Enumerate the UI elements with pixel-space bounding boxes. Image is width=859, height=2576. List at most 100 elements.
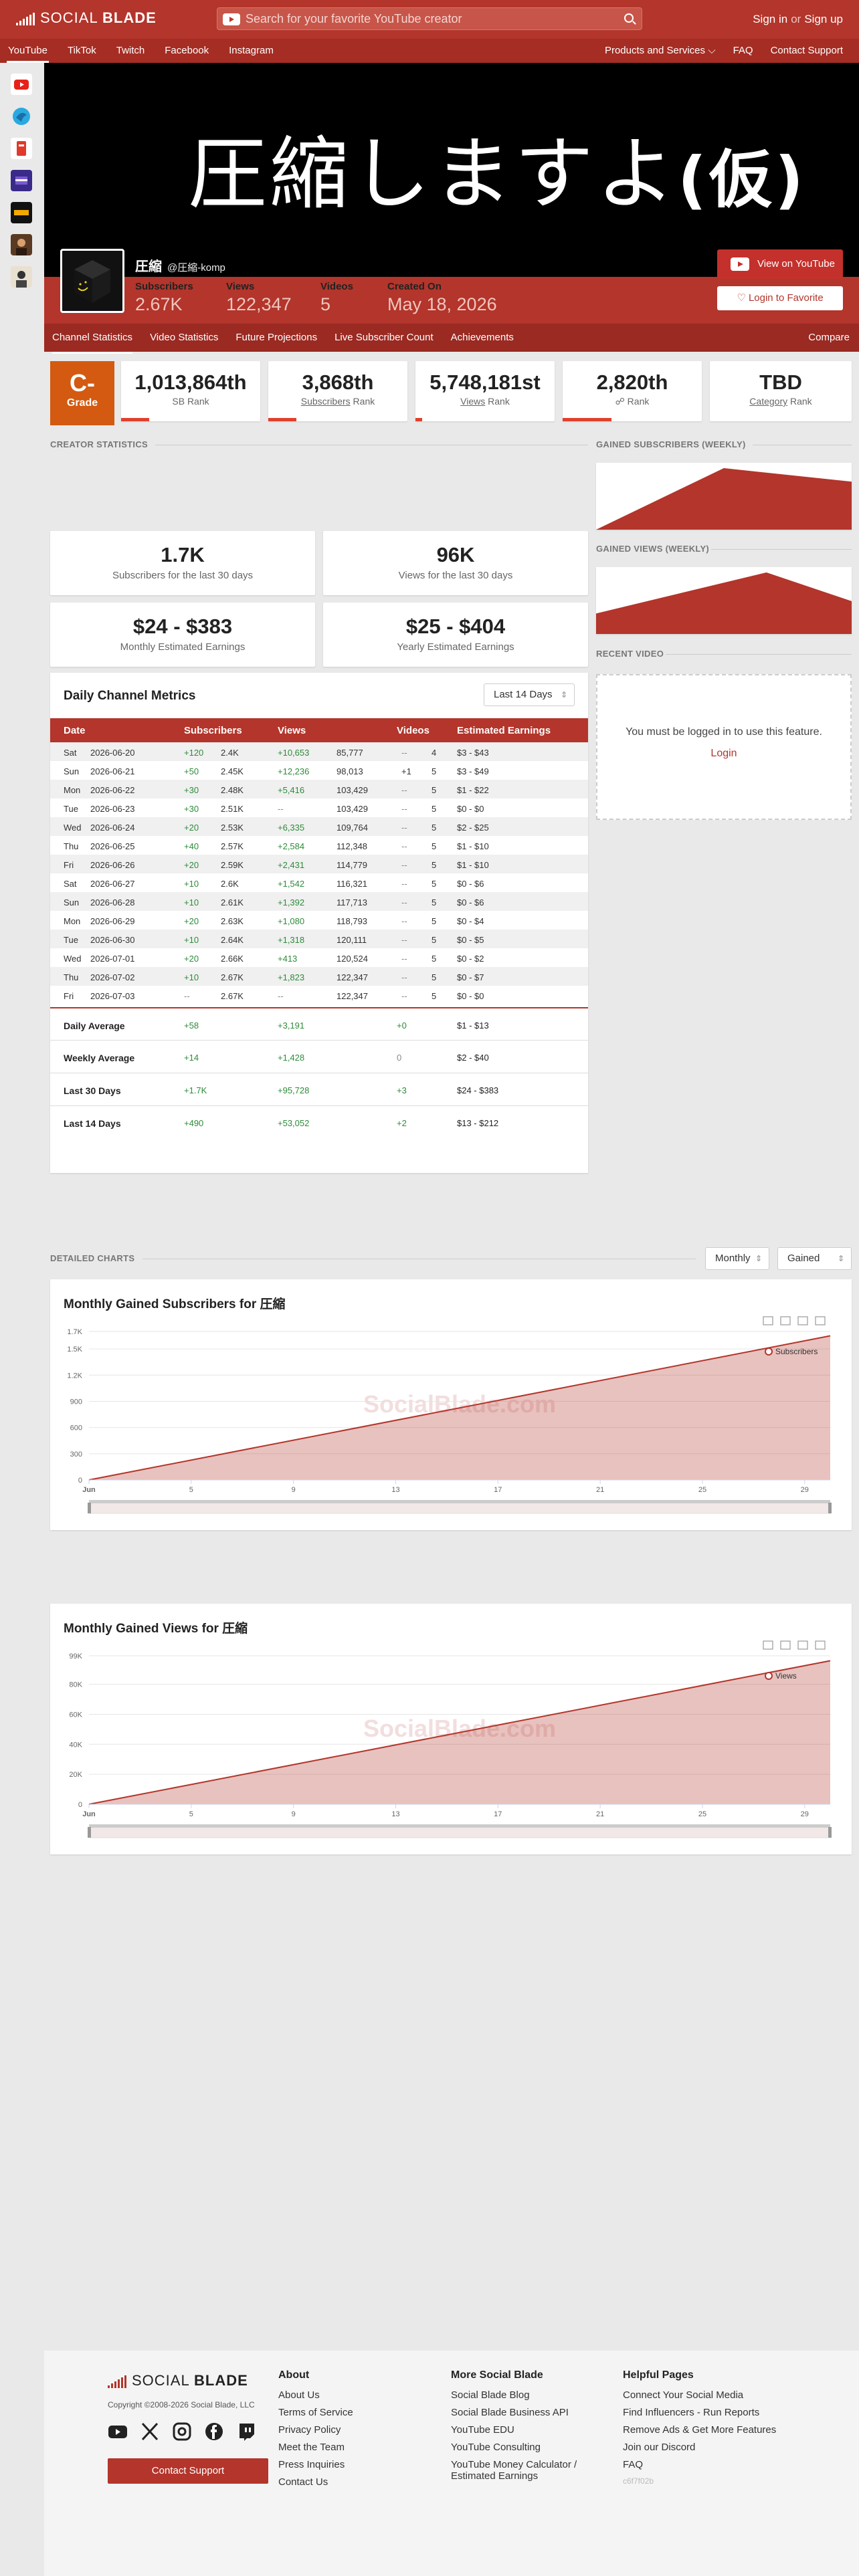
rank-label: Rank (787, 396, 812, 407)
platform-nav: YouTube TikTok Twitch Facebook Instagram… (0, 39, 859, 63)
nav-youtube[interactable]: YouTube (7, 39, 49, 63)
youtube-icon[interactable] (108, 2422, 128, 2442)
range-scrollbar[interactable] (89, 1500, 830, 1503)
range-scrollbar[interactable] (89, 1824, 830, 1828)
range-handle-left[interactable] (88, 1827, 91, 1838)
footer-link[interactable]: FAQ (623, 2459, 776, 2470)
search-icon[interactable] (624, 13, 634, 23)
row-date: 2026-06-24 (90, 823, 135, 833)
footer-logo[interactable]: SOCIAL BLADE (108, 2373, 248, 2388)
compare-link[interactable]: Compare (808, 324, 850, 352)
facebook-icon[interactable] (204, 2422, 224, 2442)
range-select[interactable]: Last 14 Days (484, 683, 575, 706)
zoom-reset-icon[interactable] (780, 1640, 791, 1650)
sidebar-youtube-icon[interactable] (11, 74, 32, 95)
row-view-gain: +10,653 (278, 748, 310, 758)
tab-live-subscriber-count[interactable]: Live Subscriber Count (335, 324, 434, 354)
row-view-gain: +1,080 (278, 916, 305, 926)
zoom-icon[interactable] (763, 1640, 773, 1650)
row-subs: 2.48K (221, 785, 244, 795)
sidebar-channel-icon[interactable] (11, 170, 32, 191)
zoom-reset-icon[interactable] (780, 1316, 791, 1325)
rank-label-link[interactable]: Views (460, 396, 485, 407)
view-on-youtube-button[interactable]: View on YouTube (717, 249, 843, 279)
row-earnings: $1 - $10 (457, 841, 489, 851)
rank-label-link[interactable]: Subscribers (301, 396, 351, 407)
products-menu[interactable]: Products and Services ⌵ (605, 39, 716, 63)
sidebar-game-icon[interactable] (11, 202, 32, 223)
footer-link[interactable]: Connect Your Social Media (623, 2389, 776, 2401)
bar-type-icon[interactable] (815, 1316, 826, 1325)
row-views: 98,013 (337, 766, 363, 776)
footer-link[interactable]: Social Blade Business API (451, 2407, 618, 2418)
range-handle-left[interactable] (88, 1503, 91, 1513)
twitch-icon[interactable] (236, 2422, 256, 2442)
build-hash: c6f7f02b (623, 2476, 654, 2486)
footer-link[interactable]: Terms of Service (278, 2407, 353, 2418)
range-navigator[interactable] (88, 1826, 831, 1838)
rank-card-views: 5,748,181st Views Rank (415, 361, 555, 421)
login-to-favorite-button[interactable]: ♡ Login to Favorite (717, 286, 843, 310)
x-icon[interactable] (140, 2422, 160, 2442)
channel-tabs: Channel Statistics Video Statistics Futu… (44, 324, 859, 354)
line-type-icon[interactable] (797, 1640, 808, 1650)
footer-link[interactable]: Remove Ads & Get More Features (623, 2424, 776, 2436)
rank-label-link[interactable]: Category (749, 396, 787, 407)
range-handle-right[interactable] (828, 1827, 832, 1838)
footer-link[interactable]: Privacy Policy (278, 2424, 353, 2436)
rank-value: 3,868th (302, 370, 374, 394)
footer-link[interactable]: Press Inquiries (278, 2459, 353, 2470)
summary-value: $24 - $383 (132, 615, 233, 638)
period-select[interactable]: Monthly (705, 1247, 769, 1270)
sidebar-avatar-icon[interactable] (11, 234, 32, 255)
footer-link[interactable]: YouTube Money Calculator / Estimated Ear… (451, 2459, 618, 2482)
nav-facebook[interactable]: Facebook (165, 39, 209, 63)
instagram-icon[interactable] (172, 2422, 192, 2442)
sidebar-person-icon[interactable] (11, 266, 32, 288)
tab-video-statistics[interactable]: Video Statistics (150, 324, 218, 354)
faq-link[interactable]: FAQ (733, 39, 753, 63)
range-handle-right[interactable] (828, 1503, 832, 1513)
footer-link[interactable]: Meet the Team (278, 2442, 353, 2453)
nav-tiktok[interactable]: TikTok (68, 39, 96, 63)
table-row: Sat 2026-06-27 +10 2.6K +1,542 116,321 -- 5 $0 -… (50, 873, 588, 892)
bar-type-icon[interactable] (815, 1640, 826, 1650)
legend-marker (765, 1672, 773, 1680)
x-tick-label: 5 (189, 1810, 193, 1818)
view-on-youtube-label: View on YouTube (757, 258, 835, 270)
contact-support-button[interactable]: Contact Support (108, 2458, 268, 2484)
chart-legend[interactable]: Views (765, 1671, 797, 1681)
footer-link[interactable]: About Us (278, 2389, 353, 2401)
youtube-icon[interactable] (223, 13, 240, 25)
mode-select[interactable]: Gained (777, 1247, 852, 1270)
sidebar-bird-icon[interactable] (11, 106, 32, 127)
login-link[interactable]: Login (710, 748, 737, 760)
search-input[interactable] (246, 8, 607, 29)
youtube-icon (731, 257, 749, 271)
row-views: 120,111 (337, 935, 367, 945)
nav-twitch[interactable]: Twitch (116, 39, 145, 63)
nav-instagram[interactable]: Instagram (229, 39, 274, 63)
tab-achievements[interactable]: Achievements (451, 324, 514, 354)
contact-link[interactable]: Contact Support (771, 39, 843, 63)
summary-subs-30d: 1.7K Subscribers for the last 30 days (50, 531, 315, 595)
row-video-gain: -- (401, 804, 407, 814)
range-navigator[interactable] (88, 1502, 831, 1514)
footer-link[interactable]: YouTube EDU (451, 2424, 618, 2436)
socialblade-logo[interactable]: SOCIAL BLADE (16, 11, 157, 25)
zoom-icon[interactable] (763, 1316, 773, 1325)
signup-link[interactable]: Sign up (804, 13, 843, 25)
tab-channel-statistics[interactable]: Channel Statistics (52, 324, 133, 354)
footer-link[interactable]: Find Influencers - Run Reports (623, 2407, 776, 2418)
tab-future-projections[interactable]: Future Projections (235, 324, 317, 354)
footer-link[interactable]: YouTube Consulting (451, 2442, 618, 2453)
row-earnings: $0 - $0 (457, 991, 484, 1001)
footer-link[interactable]: Contact Us (278, 2476, 353, 2488)
line-type-icon[interactable] (797, 1316, 808, 1325)
signin-link[interactable]: Sign in (753, 13, 787, 25)
footer-link[interactable]: Social Blade Blog (451, 2389, 618, 2401)
row-earnings: $1 - $22 (457, 785, 489, 795)
logo-text: SOCIAL (40, 9, 98, 26)
footer-link[interactable]: Join our Discord (623, 2442, 776, 2453)
sidebar-app-icon[interactable] (11, 138, 32, 159)
